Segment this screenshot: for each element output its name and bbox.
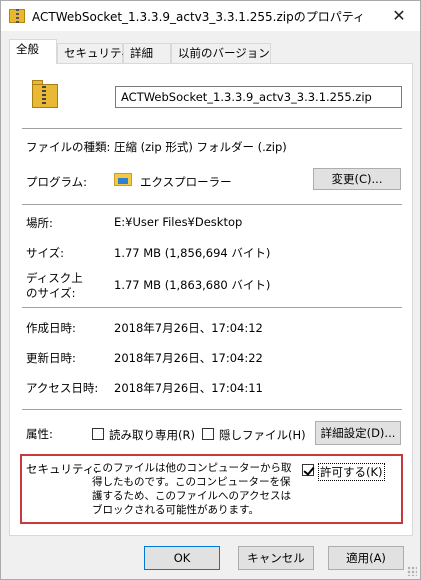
program-value: エクスプローラー <box>140 175 232 189</box>
title-bar[interactable]: ACTWebSocket_1.3.3.9_actv3_3.3.1.255.zip… <box>1 1 420 31</box>
zip-folder-icon <box>9 9 25 23</box>
modified-value: 2018年7月26日、17:04:22 <box>114 351 263 365</box>
disk-size-label-line1: ディスク上 <box>26 271 83 285</box>
apply-button[interactable]: 適用(A) <box>328 546 404 570</box>
change-button[interactable]: 変更(C)... <box>313 168 401 190</box>
modified-label: 更新日時: <box>26 351 76 365</box>
accessed-label: アクセス日時: <box>26 381 99 395</box>
separator <box>22 204 402 205</box>
advanced-attributes-button[interactable]: 詳細設定(D)... <box>315 421 401 445</box>
accessed-value: 2018年7月26日、17:04:11 <box>114 381 263 395</box>
ok-button[interactable]: OK <box>144 546 220 570</box>
created-label: 作成日時: <box>26 321 76 335</box>
hidden-checkbox[interactable] <box>202 428 214 440</box>
separator <box>22 307 402 308</box>
security-message: このファイルは他のコンピューターから取得したものです。このコンピューターを保護す… <box>92 462 292 516</box>
hidden-label[interactable]: 隠しファイル(H) <box>219 427 306 443</box>
disk-size-value: 1.77 MB (1,863,680 バイト) <box>114 278 271 292</box>
created-value: 2018年7月26日、17:04:12 <box>114 321 263 335</box>
readonly-label[interactable]: 読み取り専用(R) <box>109 427 195 443</box>
readonly-checkbox[interactable] <box>92 428 104 440</box>
size-value: 1.77 MB (1,856,694 バイト) <box>114 246 271 260</box>
tab-general[interactable]: 全般 <box>9 39 57 64</box>
attributes-label: 属性: <box>26 427 53 441</box>
separator <box>22 409 402 410</box>
security-label: セキュリティ: <box>26 462 99 476</box>
window-title: ACTWebSocket_1.3.3.9_actv3_3.3.1.255.zip… <box>32 10 366 24</box>
cancel-button[interactable]: キャンセル <box>238 546 314 570</box>
program-label: プログラム: <box>26 175 88 189</box>
unblock-checkbox[interactable] <box>302 464 314 476</box>
resize-grip[interactable] <box>407 566 417 576</box>
size-label: サイズ: <box>26 246 65 260</box>
unblock-label[interactable]: 許可する(K) <box>318 463 385 481</box>
file-explorer-icon <box>114 170 132 186</box>
separator <box>22 128 402 129</box>
tab-details[interactable]: 詳細 <box>123 43 171 63</box>
file-type-value: 圧縮 (zip 形式) フォルダー (.zip) <box>114 140 287 154</box>
file-type-label: ファイルの種類: <box>26 140 111 154</box>
properties-dialog: ACTWebSocket_1.3.3.9_actv3_3.3.1.255.zip… <box>0 0 421 580</box>
general-panel: ファイルの種類: 圧縮 (zip 形式) フォルダー (.zip) プログラム:… <box>9 63 413 536</box>
tab-strip: 全般 セキュリティ 詳細 以前のバージョン <box>9 39 412 64</box>
tab-previous-versions[interactable]: 以前のバージョン <box>171 43 271 63</box>
disk-size-label-line2: のサイズ: <box>26 286 76 300</box>
tab-security[interactable]: セキュリティ <box>57 43 132 63</box>
location-value: E:¥User Files¥Desktop <box>114 215 243 229</box>
file-name-field[interactable] <box>115 86 402 108</box>
close-button[interactable]: ✕ <box>384 3 414 29</box>
location-label: 場所: <box>26 216 53 230</box>
zip-folder-icon <box>32 80 58 110</box>
